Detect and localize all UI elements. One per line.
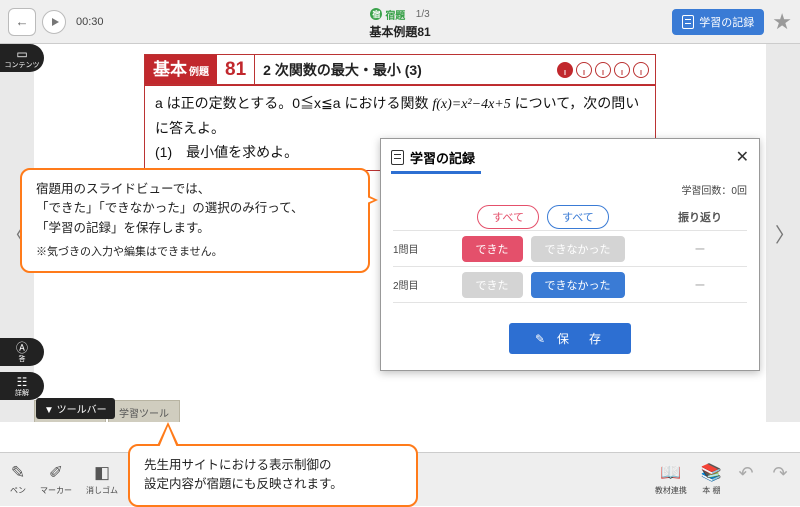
review-cell: – [653,276,747,294]
callout-tail [346,188,374,212]
ok-button[interactable]: できた [462,236,523,262]
favorite-star-icon[interactable]: ★ [772,9,792,35]
detail-button[interactable]: ☷詳解 [0,372,44,400]
close-button[interactable]: ✕ [736,147,749,167]
back-button[interactable]: ← [8,8,36,36]
bookshelf-button[interactable]: 📚本 棚 [701,463,722,496]
clock-icon [576,62,592,78]
ng-button[interactable]: できなかった [531,236,625,262]
clock-icon [633,62,649,78]
homework-badge: 宿宿題 [370,7,405,22]
page-counter: 1/3 [416,9,430,20]
play-button[interactable] [42,10,66,34]
redo-button[interactable] [770,463,790,483]
topbar-center: 宿宿題 1/3 基本例題81 [270,4,530,40]
undo-button[interactable] [736,463,756,483]
modal-title: 学習の記録 [410,148,736,167]
learning-record-modal: 学習の記録 ✕ 学習回数：0回 すべて すべて 振り返り 1問目 できた できな… [380,138,760,371]
answer-button[interactable]: Ⓐ答 [0,338,44,366]
modal-tab-indicator [391,171,481,174]
callout-tail [158,426,178,450]
review-cell: – [653,240,747,258]
callout-slideview: 宿題用のスライドビューでは、 「できた」「できなかった」の選択のみ行って、 「学… [20,168,370,273]
all-ng-button[interactable]: すべて [547,205,609,229]
ok-button[interactable]: できた [462,272,523,298]
contents-button[interactable]: ▭コンテンツ [0,44,44,72]
ng-button[interactable]: できなかった [531,272,625,298]
problem-title: 2 次関数の最大・最小 (3) [255,55,551,84]
timer-value: 00:30 [76,16,104,28]
all-ok-button[interactable]: すべて [477,205,539,229]
page-title: 基本例題81 [270,23,530,40]
save-button[interactable]: 保 存 [509,323,631,354]
top-bar: ← 00:30 宿宿題 1/3 基本例題81 学習の記録 ★ [0,0,800,44]
clock-icon [614,62,630,78]
pen-tool[interactable]: ✎ペン [10,463,26,496]
result-row: 1問目 できた できなかった – [393,231,747,267]
clock-icon [557,62,573,78]
eraser-tool[interactable]: ◧消しゴム [86,463,118,496]
toolbar-toggle[interactable]: ▼ ツールバー [36,398,115,419]
result-table: すべて すべて 振り返り 1問目 できた できなかった – 2問目 できた でき… [381,199,759,311]
problem-label: 基本例題 [145,55,217,84]
question-label: 2問目 [393,277,433,292]
clock-icon [595,62,611,78]
review-column-header: 振り返り [653,209,747,225]
callout-teacher-site: 先生用サイトにおける表示制御の 設定内容が宿題にも反映されます。 [128,444,418,507]
learning-count: 学習回数：0回 [381,180,759,199]
tab-learning-tool[interactable]: 学習ツール [108,400,180,422]
difficulty-clocks [551,55,655,84]
question-label: 1問目 [393,241,433,256]
note-icon [391,150,404,165]
material-link-button[interactable]: 📖教材連携 [655,463,687,496]
record-button[interactable]: 学習の記録 [672,9,764,35]
note-icon [682,15,694,29]
result-row: 2問目 できた できなかった – [393,267,747,303]
marker-tool[interactable]: ✐マーカー [40,463,72,496]
next-page-arrow[interactable]: 〉 [774,203,796,263]
problem-number: 81 [217,55,255,84]
